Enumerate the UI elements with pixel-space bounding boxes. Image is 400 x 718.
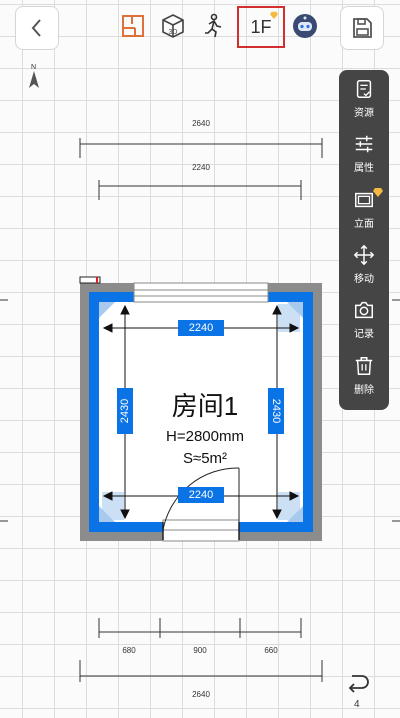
diamond-icon <box>373 187 383 197</box>
dim-top-inner: 2240 <box>192 163 210 172</box>
camera-icon <box>355 302 373 319</box>
room-depth-badge-left[interactable]: 2430 <box>117 388 133 434</box>
room-depth-left-text: 2430 <box>119 398 132 424</box>
side-item-delete[interactable]: 删除 <box>339 355 389 410</box>
room-height: H=2800mm <box>166 428 244 445</box>
side-item-properties[interactable]: 属性 <box>339 133 389 188</box>
side-item-delete-label: 删除 <box>354 384 374 396</box>
undo-icon[interactable] <box>344 672 372 696</box>
room-depth-badge-right[interactable]: 2430 <box>268 388 284 434</box>
dim-bottom-mid: 900 <box>193 646 207 655</box>
side-item-resource[interactable]: 资源 <box>339 78 389 133</box>
side-item-record[interactable]: 记录 <box>339 299 389 354</box>
side-tool-panel: 资源 属性 立面 移动 记录 删除 <box>339 70 389 410</box>
dim-top-outer: 2640 <box>192 119 210 128</box>
dim-bottom-right: 660 <box>264 646 278 655</box>
side-item-record-label: 记录 <box>354 329 374 341</box>
move-icon <box>353 244 375 266</box>
trash-icon <box>355 356 373 375</box>
room-width-badge-top[interactable]: 2240 <box>178 320 224 336</box>
room-area: S≈5m² <box>182 450 228 467</box>
dim-bottom-left: 680 <box>122 646 136 655</box>
elevation-icon <box>355 192 373 207</box>
side-item-move-label: 移动 <box>354 273 374 285</box>
side-item-elevation-label: 立面 <box>354 218 374 230</box>
side-item-elevation[interactable]: 立面 <box>339 187 389 244</box>
undo-count: 4 <box>354 699 360 710</box>
dim-bottom-outer: 2640 <box>192 690 210 699</box>
room-name[interactable]: 房间1 <box>150 386 260 423</box>
side-item-resource-label: 资源 <box>354 108 374 119</box>
sliders-icon <box>355 136 373 153</box>
side-item-properties-label: 属性 <box>354 163 374 175</box>
side-item-move[interactable]: 移动 <box>339 244 389 299</box>
resource-icon <box>356 80 372 98</box>
room-depth-right-text: 2430 <box>270 398 283 424</box>
room-width-badge-bottom[interactable]: 2240 <box>178 487 224 503</box>
